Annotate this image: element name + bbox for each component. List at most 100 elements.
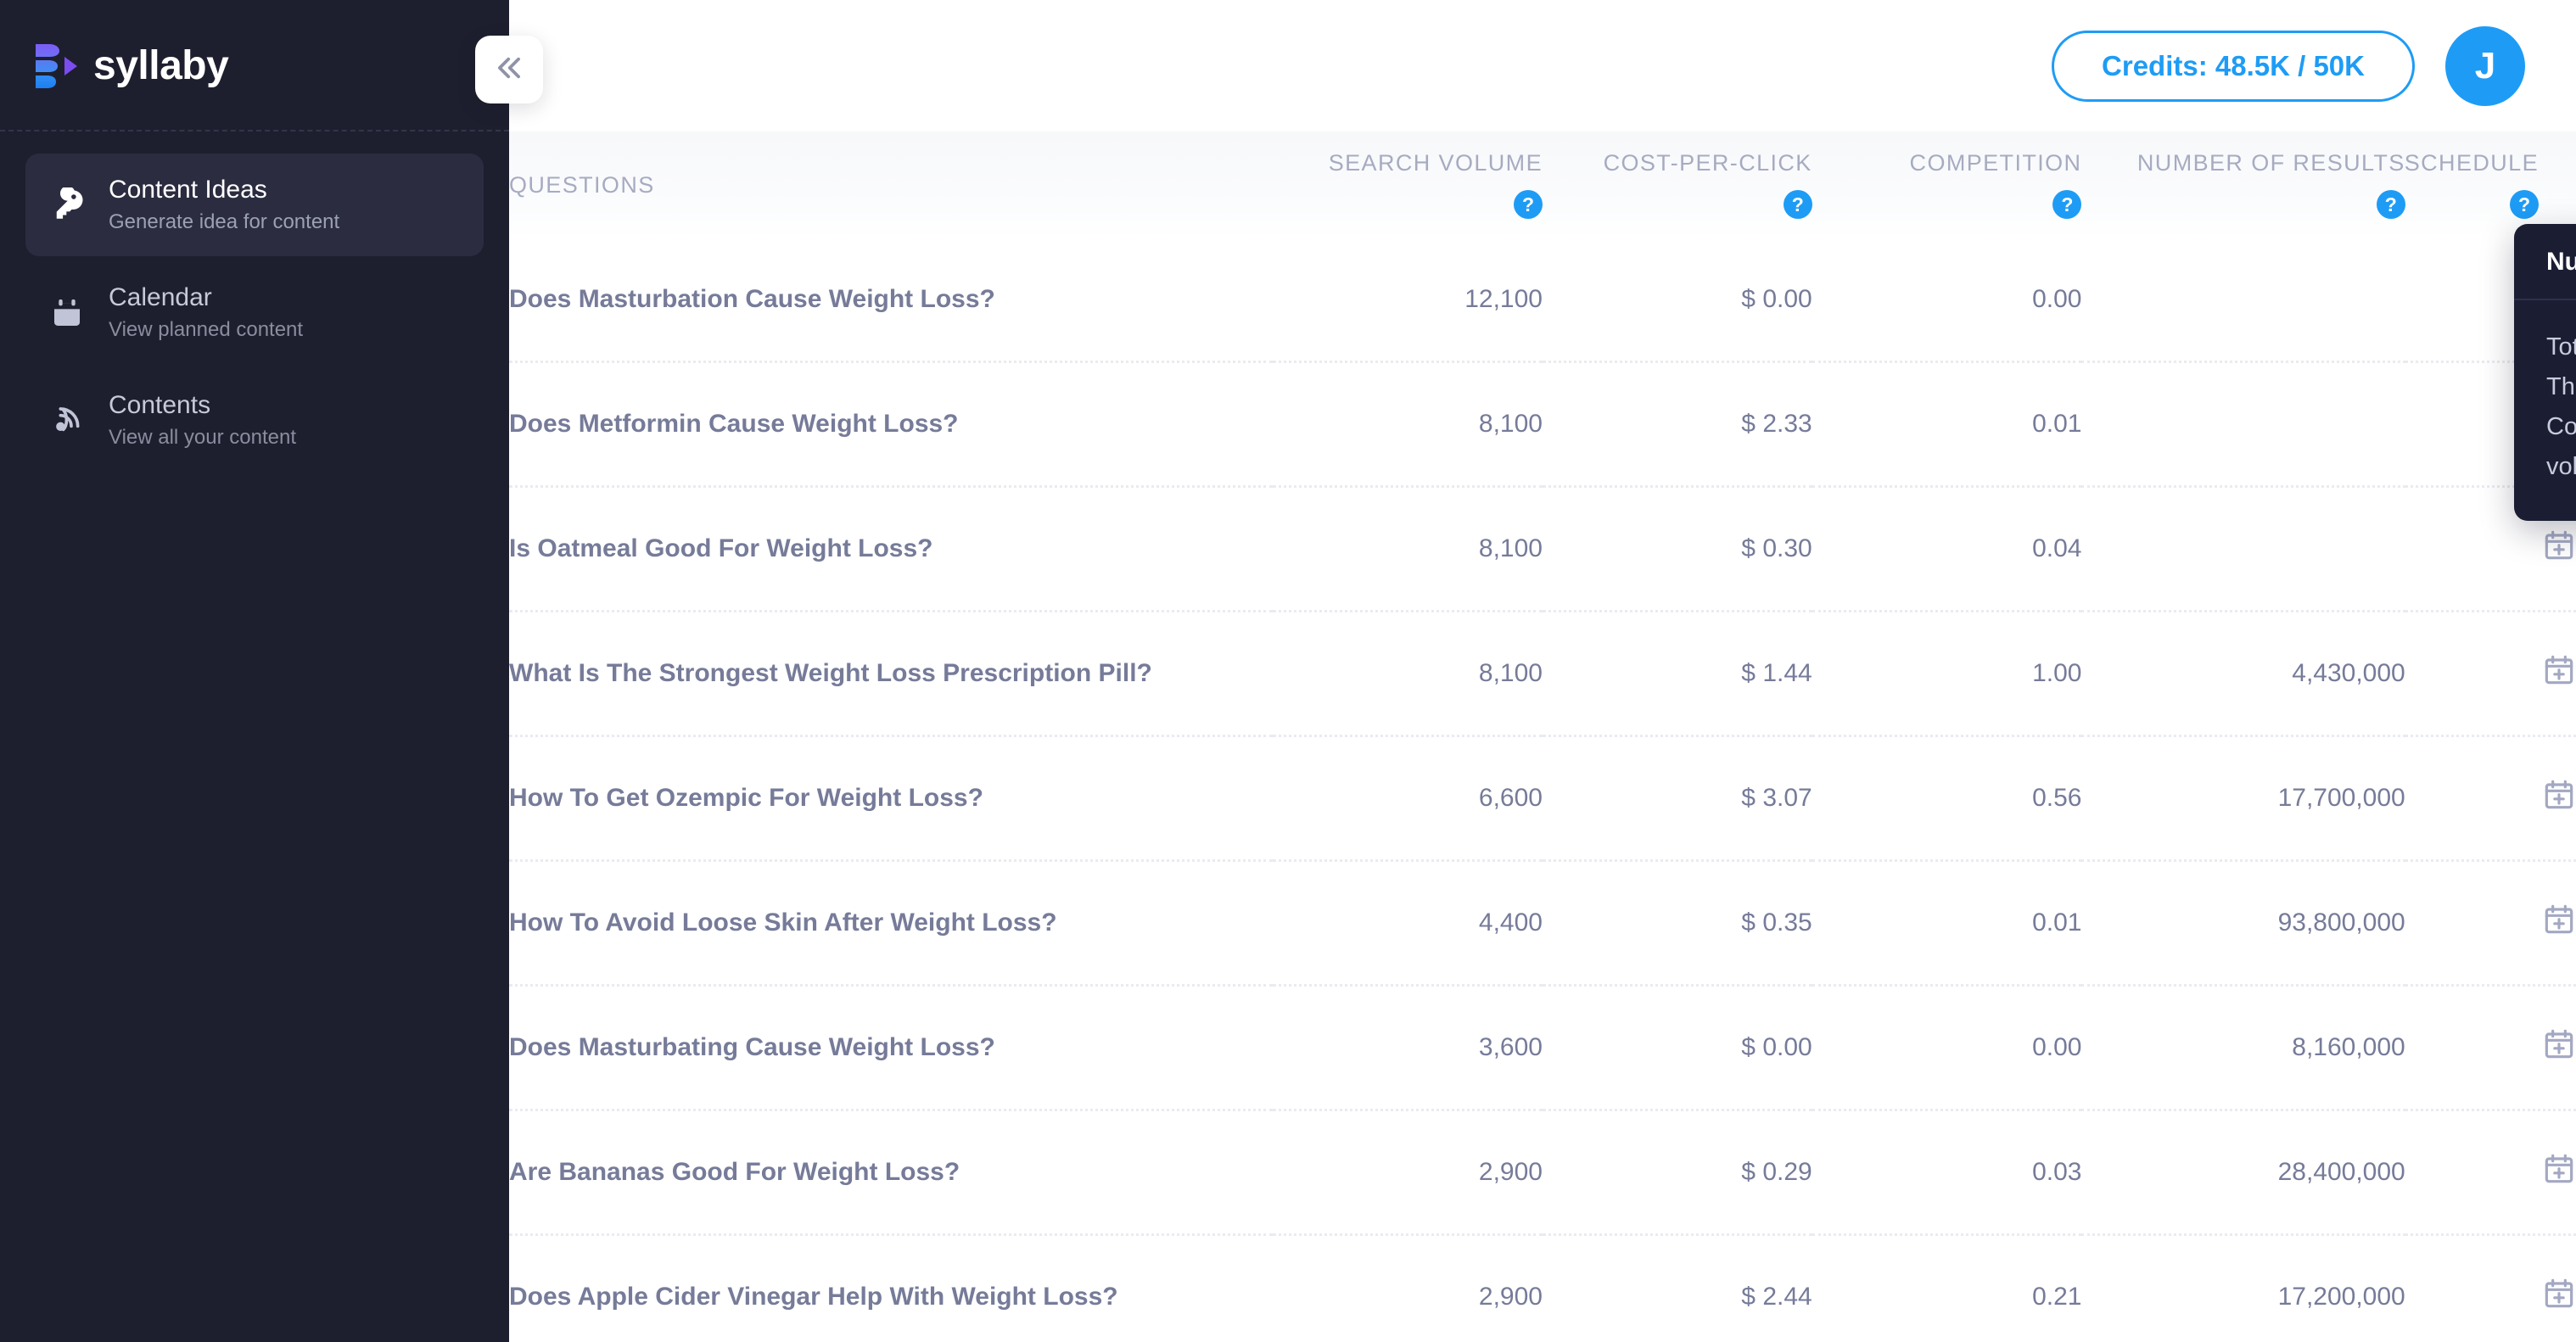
cell-search-volume: 6,600 — [1273, 735, 1543, 862]
table-head: QUESTIONS SEARCH VOLUME ? COST-PER-CLICK — [509, 131, 2576, 238]
credits-button[interactable]: Credits: 48.5K / 50K — [2052, 30, 2415, 102]
sidebar-item-content-ideas[interactable]: Content Ideas Generate idea for content — [25, 154, 484, 256]
calendar-plus-icon[interactable] — [2542, 778, 2576, 819]
cell-competition: 0.01 — [1812, 361, 2082, 488]
cell-question[interactable]: What Is The Strongest Weight Loss Prescr… — [509, 611, 1274, 737]
question-mark-icon-competition[interactable]: ? — [2052, 190, 2082, 219]
cell-search-volume: 4,400 — [1273, 860, 1543, 987]
cell-schedule[interactable] — [2405, 860, 2576, 987]
calendar-plus-icon[interactable] — [2542, 1027, 2576, 1068]
syllaby-logo-icon — [34, 42, 78, 91]
cell-number-of-results: 4,430,000 — [2081, 611, 2405, 737]
sidebar-item-subtitle: View planned content — [109, 318, 304, 341]
sidebar-item-label: Calendar — [109, 283, 212, 311]
column-header-schedule: SCHEDULE ? — [2405, 131, 2576, 238]
question-mark-icon-schedule[interactable]: ? — [2510, 190, 2539, 219]
sidebar-item-contents[interactable]: Contents View all your content — [25, 369, 484, 472]
sidebar-item-calendar[interactable]: Calendar View planned content — [25, 261, 484, 364]
cell-competition: 0.03 — [1812, 1110, 2082, 1236]
cell-schedule[interactable] — [2405, 611, 2576, 737]
cell-number-of-results — [2081, 361, 2405, 488]
table-row[interactable]: Does Metformin Cause Weight Loss? 8,100 $ … — [509, 361, 2576, 488]
cell-search-volume: 8,100 — [1273, 611, 1543, 737]
sidebar: syllaby Content Ideas Generate idea for … — [0, 0, 509, 1342]
sidebar-item-subtitle: Generate idea for content — [109, 210, 340, 233]
cell-question[interactable]: Does Masturbation Cause Weight Loss? — [509, 238, 1274, 363]
cell-schedule[interactable] — [2405, 735, 2576, 862]
column-label: COMPETITION — [1909, 150, 2082, 176]
cell-question[interactable]: Are Bananas Good For Weight Loss? — [509, 1110, 1274, 1236]
column-header-cost-per-click: COST-PER-CLICK ? — [1542, 131, 1812, 238]
cell-cost-per-click: $ 0.29 — [1542, 1110, 1812, 1236]
table-row[interactable]: Does Masturbation Cause Weight Loss? 12,1… — [509, 238, 2576, 363]
cell-question[interactable]: Does Metformin Cause Weight Loss? — [509, 361, 1274, 488]
table-header-row: QUESTIONS SEARCH VOLUME ? COST-PER-CLICK — [509, 131, 2576, 238]
key-icon — [48, 186, 87, 225]
question-mark-icon-cost-per-click[interactable]: ? — [1783, 190, 1812, 219]
table-row[interactable]: How To Get Ozempic For Weight Loss? 6,600… — [509, 735, 2576, 862]
cell-search-volume: 12,100 — [1273, 238, 1543, 363]
cell-number-of-results: 28,400,000 — [2081, 1110, 2405, 1236]
sidebar-item-subtitle: View all your content — [109, 426, 297, 449]
cell-cost-per-click: $ 2.44 — [1542, 1234, 1812, 1342]
column-label: QUESTIONS — [509, 171, 655, 198]
calendar-plus-icon[interactable] — [2542, 528, 2576, 569]
cell-schedule[interactable] — [2405, 985, 2576, 1111]
cell-question[interactable]: Does Apple Cider Vinegar Help With Weigh… — [509, 1234, 1274, 1342]
column-label: SEARCH VOLUME — [1328, 150, 1543, 176]
table-row[interactable]: How To Avoid Loose Skin After Weight Los… — [509, 860, 2576, 987]
brand-name: syllaby — [93, 43, 229, 88]
cell-schedule[interactable] — [2405, 1234, 2576, 1342]
table-row[interactable]: Are Bananas Good For Weight Loss? 2,900 $ … — [509, 1110, 2576, 1236]
cell-cost-per-click: $ 1.44 — [1542, 611, 1812, 737]
tooltip-number-of-results: Number of results Total number of organi… — [2514, 224, 2576, 521]
column-label: NUMBER OF RESULTS — [2136, 150, 2405, 176]
calendar-plus-icon[interactable] — [2542, 1152, 2576, 1193]
cell-competition: 0.21 — [1812, 1234, 2082, 1342]
sidebar-nav: Content Ideas Generate idea for content … — [0, 131, 509, 472]
sidebar-item-text: Content Ideas Generate idea for content — [109, 176, 339, 234]
calendar-plus-icon[interactable] — [2542, 903, 2576, 943]
sidebar-item-label: Content Ideas — [109, 176, 267, 204]
cell-cost-per-click: $ 3.07 — [1542, 735, 1812, 862]
cell-cost-per-click: $ 2.33 — [1542, 361, 1812, 488]
cell-cost-per-click: $ 0.35 — [1542, 860, 1812, 987]
cell-number-of-results: 17,200,000 — [2081, 1234, 2405, 1342]
cell-question[interactable]: How To Get Ozempic For Weight Loss? — [509, 735, 1274, 862]
table-row[interactable]: Does Masturbating Cause Weight Loss? 3,60… — [509, 985, 2576, 1111]
cell-search-volume: 2,900 — [1273, 1234, 1543, 1342]
broadcast-icon — [48, 401, 87, 440]
tooltip-body: Total number of organic search results. … — [2546, 333, 2576, 480]
sidebar-item-text: Calendar View planned content — [109, 283, 303, 342]
question-mark-icon-search-volume[interactable]: ? — [1513, 190, 1543, 219]
table-row[interactable]: What Is The Strongest Weight Loss Prescr… — [509, 611, 2576, 737]
cell-question[interactable]: How To Avoid Loose Skin After Weight Los… — [509, 860, 1274, 987]
app-root: syllaby Content Ideas Generate idea for … — [0, 0, 2576, 1342]
cell-cost-per-click: $ 0.30 — [1542, 486, 1812, 612]
avatar[interactable]: J — [2445, 25, 2525, 106]
column-header-competition: COMPETITION ? — [1812, 131, 2082, 238]
calendar-plus-icon[interactable] — [2542, 1277, 2576, 1317]
table-row[interactable]: Does Apple Cider Vinegar Help With Weigh… — [509, 1234, 2576, 1342]
cell-search-volume: 8,100 — [1273, 361, 1543, 488]
tooltip-title: Number of results — [2514, 224, 2576, 300]
question-mark-icon-number-of-results[interactable]: ? — [2376, 190, 2405, 219]
cell-number-of-results — [2081, 238, 2405, 363]
cell-question[interactable]: Is Oatmeal Good For Weight Loss? — [509, 486, 1274, 612]
sidebar-collapse-button[interactable] — [475, 36, 543, 103]
calendar-icon — [48, 294, 87, 333]
cell-question[interactable]: Does Masturbating Cause Weight Loss? — [509, 985, 1274, 1111]
calendar-plus-icon[interactable] — [2542, 653, 2576, 694]
column-label: SCHEDULE — [2404, 150, 2539, 176]
sidebar-item-text: Contents View all your content — [109, 391, 296, 450]
brand[interactable]: syllaby — [0, 0, 509, 131]
main-content: Credits: 48.5K / 50K J QUESTIONS SEARCH … — [509, 0, 2576, 1342]
cell-competition: 0.01 — [1812, 860, 2082, 987]
chevron-double-left-icon — [493, 52, 525, 88]
cell-cost-per-click: $ 0.00 — [1542, 238, 1812, 363]
cell-competition: 0.56 — [1812, 735, 2082, 862]
table-row[interactable]: Is Oatmeal Good For Weight Loss? 8,100 $ 0… — [509, 486, 2576, 612]
cell-schedule[interactable] — [2405, 1110, 2576, 1236]
sidebar-item-label: Contents — [109, 391, 211, 419]
cell-competition: 1.00 — [1812, 611, 2082, 737]
